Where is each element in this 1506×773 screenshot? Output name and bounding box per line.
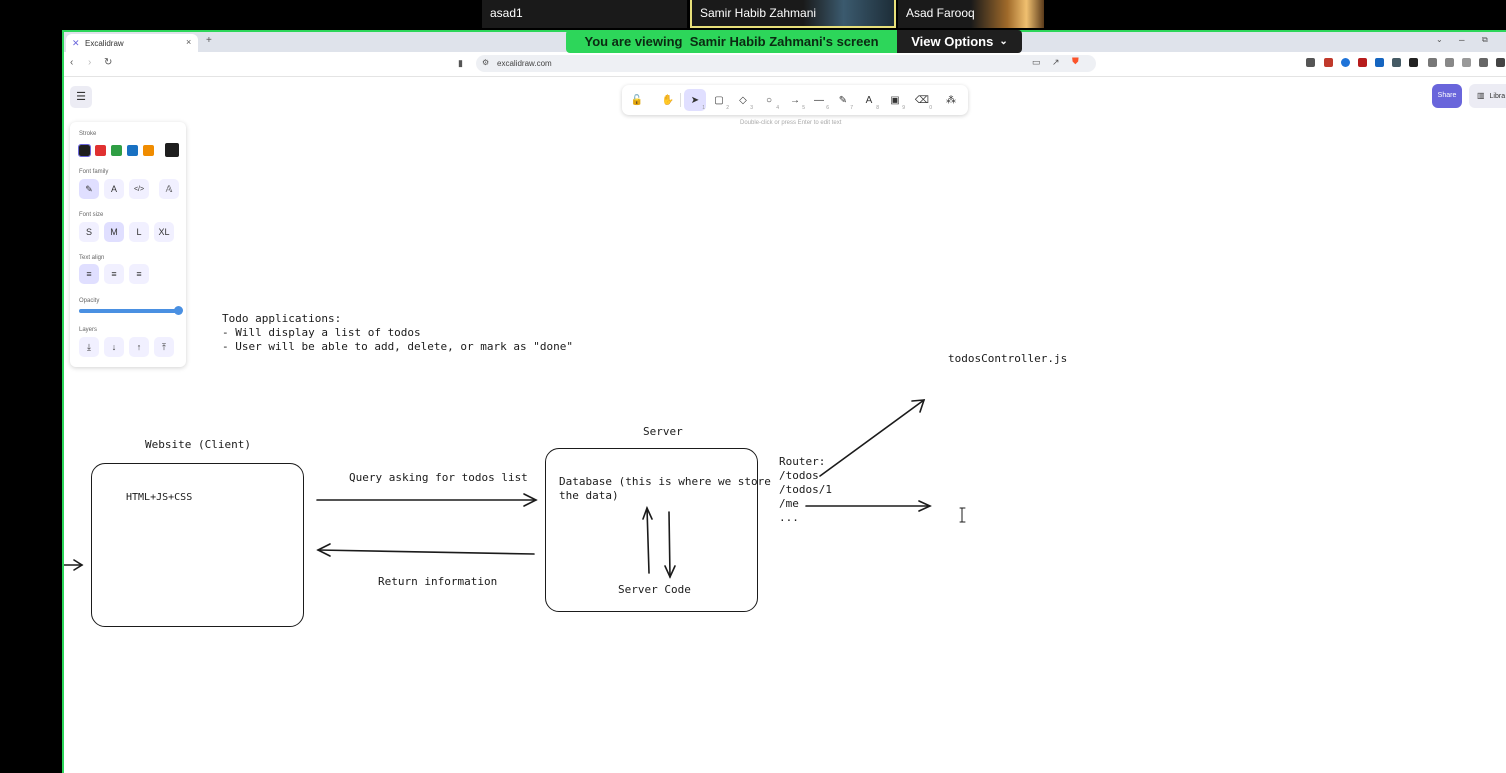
router-me-arrow[interactable]	[805, 500, 932, 512]
participant-name: Samir Habib Zahmani	[700, 6, 817, 20]
share-message: You are viewing Samir Habib Zahmani's sc…	[566, 30, 897, 53]
screen-share-banner: You are viewing Samir Habib Zahmani's sc…	[566, 30, 1022, 53]
share-presenter: Samir Habib Zahmani's screen	[689, 34, 879, 49]
view-options-label: View Options	[911, 34, 994, 49]
shared-screen: ✕ Excalidraw × + ⌄ – ⧉ ‹ › ↻ ▮ ⚙ excalid…	[62, 30, 1506, 773]
chevron-down-icon: ⌄	[999, 36, 1008, 47]
participant-tile[interactable]: Asad Farooq	[898, 0, 1044, 28]
canvas-arrows	[64, 399, 966, 579]
participant-tile[interactable]: asad1	[482, 0, 687, 28]
participant-tile[interactable]: Samir Habib Zahmani	[690, 0, 896, 28]
incoming-arrow[interactable]	[64, 559, 84, 571]
participant-name: asad1	[490, 6, 523, 20]
query-arrow[interactable]	[316, 493, 538, 507]
server-up-arrow[interactable]	[642, 505, 653, 574]
text-cursor-icon	[959, 507, 966, 523]
view-options-button[interactable]: View Options ⌄	[897, 30, 1022, 53]
share-prefix: You are viewing	[584, 34, 683, 49]
return-arrow[interactable]	[316, 543, 535, 557]
server-down-arrow[interactable]	[664, 511, 676, 579]
router-to-controller-arrow[interactable]	[819, 399, 926, 477]
participant-name: Asad Farooq	[906, 6, 975, 20]
